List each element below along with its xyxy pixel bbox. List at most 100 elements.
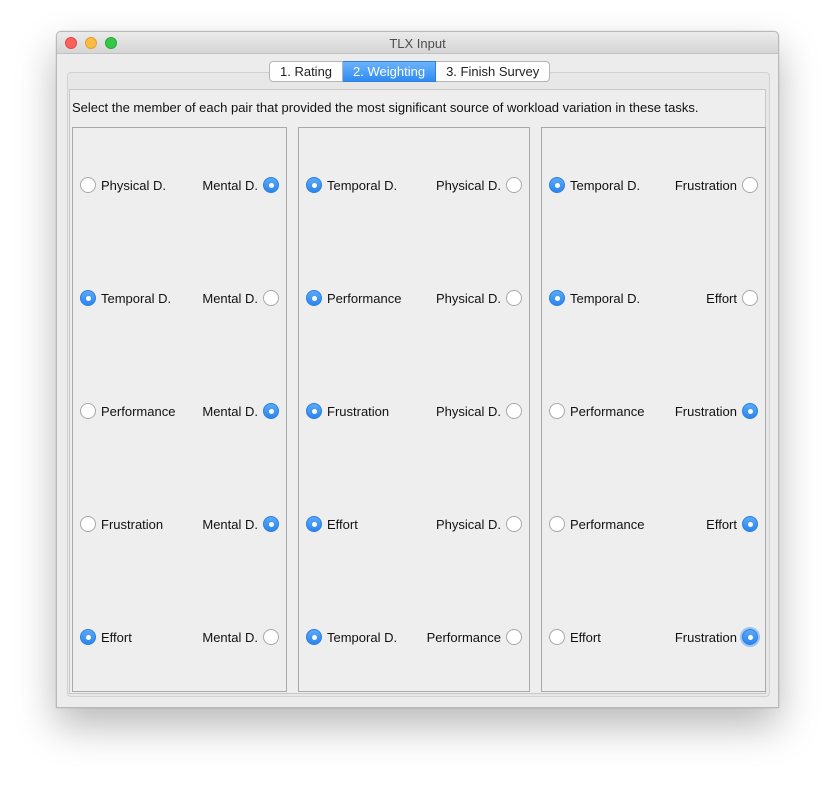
pair-option-left[interactable]: Frustration [306, 402, 389, 420]
radio-button[interactable] [306, 290, 322, 306]
radio-button[interactable] [742, 516, 758, 532]
pair-option-left[interactable]: Performance [549, 515, 644, 533]
radio-button[interactable] [80, 629, 96, 645]
pair-row: Effort Frustration [542, 628, 765, 646]
pair-option-left[interactable]: Performance [549, 402, 644, 420]
tab-rating[interactable]: 1. Rating [269, 61, 344, 82]
pair-option-right[interactable]: Mental D. [202, 402, 279, 420]
radio-button[interactable] [549, 290, 565, 306]
option-label: Temporal D. [101, 290, 172, 306]
pair-row: Temporal D. Frustration [542, 176, 765, 194]
option-label: Physical D. [435, 177, 501, 193]
option-label: Frustration [101, 516, 164, 532]
tab-bar: 1. Rating 2. Weighting 3. Finish Survey [269, 61, 551, 82]
radio-button[interactable] [742, 629, 758, 645]
option-label: Effort [706, 516, 737, 532]
option-label: Effort [570, 629, 601, 645]
option-label: Mental D. [202, 516, 258, 532]
pair-option-left[interactable]: Performance [306, 289, 401, 307]
option-label: Performance [570, 403, 645, 419]
pair-option-right[interactable]: Physical D. [436, 176, 522, 194]
pair-option-left[interactable]: Performance [80, 402, 175, 420]
pair-option-left[interactable]: Physical D. [80, 176, 166, 194]
pair-option-right[interactable]: Effort [706, 515, 758, 533]
option-label: Mental D. [202, 403, 258, 419]
radio-button[interactable] [263, 177, 279, 193]
pair-row: Performance Physical D. [299, 289, 529, 307]
option-label: Temporal D. [570, 290, 641, 306]
pair-option-right[interactable]: Mental D. [202, 289, 279, 307]
pair-option-right[interactable]: Mental D. [202, 515, 279, 533]
pair-row: Performance Frustration [542, 402, 765, 420]
tlx-input-window: TLX Input 1. Rating 2. Weighting 3. Fini… [56, 31, 779, 708]
pair-option-right[interactable]: Physical D. [436, 289, 522, 307]
radio-button[interactable] [506, 629, 522, 645]
option-label: Frustration [674, 177, 737, 193]
pair-option-left[interactable]: Temporal D. [80, 289, 171, 307]
pair-option-right[interactable]: Performance [427, 628, 522, 646]
radio-button[interactable] [506, 403, 522, 419]
radio-button[interactable] [263, 403, 279, 419]
pair-option-right[interactable]: Mental D. [202, 176, 279, 194]
option-label: Effort [327, 516, 358, 532]
radio-button[interactable] [306, 629, 322, 645]
pair-column-1: Physical D. Mental D. Temporal D. Mental D.… [72, 127, 287, 692]
option-label: Physical D. [435, 516, 501, 532]
radio-button[interactable] [306, 403, 322, 419]
weighting-content: Select the member of each pair that prov… [69, 89, 766, 694]
radio-button[interactable] [80, 403, 96, 419]
pair-option-right[interactable]: Mental D. [202, 628, 279, 646]
pair-row: Performance Mental D. [73, 402, 286, 420]
pair-option-right[interactable]: Frustration [675, 176, 758, 194]
pair-option-right[interactable]: Physical D. [436, 515, 522, 533]
radio-button[interactable] [549, 177, 565, 193]
radio-button[interactable] [549, 629, 565, 645]
radio-button[interactable] [80, 290, 96, 306]
radio-button[interactable] [506, 516, 522, 532]
option-label: Temporal D. [570, 177, 641, 193]
pair-row: Temporal D. Mental D. [73, 289, 286, 307]
radio-button[interactable] [306, 516, 322, 532]
radio-button[interactable] [506, 290, 522, 306]
option-label: Performance [327, 290, 402, 306]
radio-button[interactable] [549, 516, 565, 532]
pair-row: Effort Mental D. [73, 628, 286, 646]
pair-option-right[interactable]: Physical D. [436, 402, 522, 420]
radio-button[interactable] [263, 516, 279, 532]
pair-option-right[interactable]: Frustration [675, 628, 758, 646]
pair-option-left[interactable]: Effort [549, 628, 601, 646]
radio-button[interactable] [549, 403, 565, 419]
tab-weighting[interactable]: 2. Weighting [343, 61, 437, 82]
radio-button[interactable] [742, 290, 758, 306]
radio-button[interactable] [263, 629, 279, 645]
instruction-text: Select the member of each pair that prov… [72, 100, 699, 115]
pair-option-right[interactable]: Effort [706, 289, 758, 307]
pair-option-left[interactable]: Effort [80, 628, 132, 646]
pair-row: Temporal D. Effort [542, 289, 765, 307]
pair-option-left[interactable]: Temporal D. [549, 176, 640, 194]
pair-option-left[interactable]: Temporal D. [306, 176, 397, 194]
pair-option-right[interactable]: Frustration [675, 402, 758, 420]
pair-row: Frustration Physical D. [299, 402, 529, 420]
radio-button[interactable] [742, 403, 758, 419]
pair-row: Effort Physical D. [299, 515, 529, 533]
radio-button[interactable] [506, 177, 522, 193]
radio-button[interactable] [306, 177, 322, 193]
option-label: Performance [101, 403, 176, 419]
pair-option-left[interactable]: Temporal D. [549, 289, 640, 307]
pair-row: Performance Effort [542, 515, 765, 533]
radio-button[interactable] [80, 516, 96, 532]
option-label: Mental D. [202, 177, 258, 193]
pair-option-left[interactable]: Frustration [80, 515, 163, 533]
radio-button[interactable] [742, 177, 758, 193]
tab-finish-survey[interactable]: 3. Finish Survey [436, 61, 551, 82]
radio-button[interactable] [80, 177, 96, 193]
pair-option-left[interactable]: Effort [306, 515, 358, 533]
option-label: Mental D. [202, 290, 258, 306]
pair-option-left[interactable]: Temporal D. [306, 628, 397, 646]
radio-button[interactable] [263, 290, 279, 306]
option-label: Physical D. [101, 177, 167, 193]
option-label: Temporal D. [327, 629, 398, 645]
option-label: Physical D. [435, 290, 501, 306]
option-label: Mental D. [202, 629, 258, 645]
